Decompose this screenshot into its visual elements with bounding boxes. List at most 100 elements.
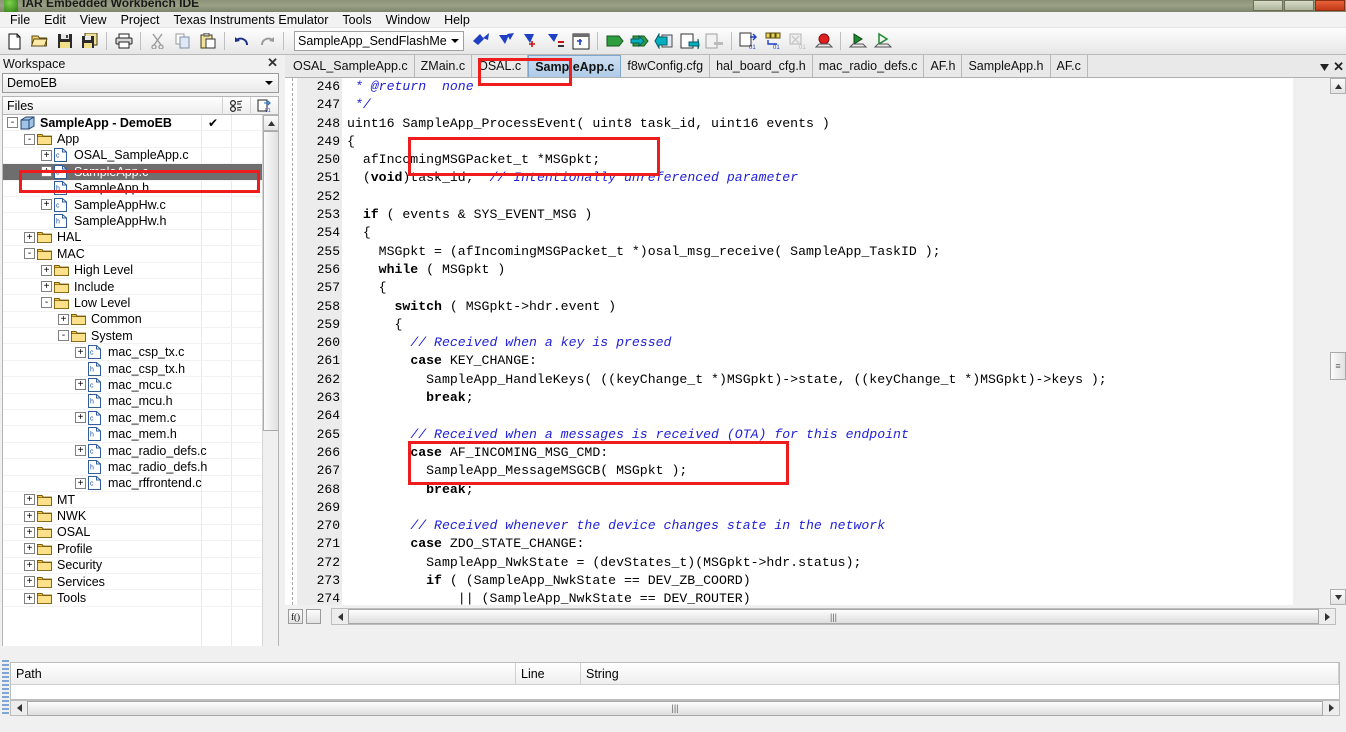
tree-item[interactable]: + HAL (3, 230, 263, 247)
code-line[interactable]: 248 uint16 SampleApp_ProcessEvent( uint8 … (285, 115, 1346, 133)
code-line[interactable]: 270 // Received whenever the device chan… (285, 517, 1346, 535)
tree-expander[interactable]: + (75, 379, 86, 391)
tree-item[interactable]: + c mac_radio_defs.c (3, 443, 263, 460)
code-line[interactable]: 247 */ (285, 96, 1346, 114)
tree-expander[interactable]: + (75, 412, 86, 424)
tree-expander[interactable]: + (24, 494, 35, 506)
code-line[interactable]: 269 (285, 499, 1346, 517)
code-line[interactable]: 254 { (285, 224, 1346, 242)
code-line[interactable]: 249 { (285, 133, 1346, 151)
save-all-icon[interactable] (78, 30, 101, 52)
tree-item[interactable]: - System (3, 328, 263, 345)
tree-item[interactable]: h SampleAppHw.h (3, 213, 263, 230)
scroll-up-icon[interactable] (263, 115, 278, 131)
tree-item[interactable]: + Security (3, 558, 263, 574)
print-icon[interactable] (112, 30, 135, 52)
code-line[interactable]: 265 // Received when a messages is recei… (285, 426, 1346, 444)
tree-expander[interactable]: + (24, 543, 35, 555)
tree-expander[interactable]: - (7, 117, 18, 129)
minimize-button[interactable] (1253, 0, 1283, 11)
code-line[interactable]: 272 SampleApp_NwkState = (devStates_t)(M… (285, 554, 1346, 572)
code-line[interactable]: 273 if ( (SampleApp_NwkState == DEV_ZB_C… (285, 572, 1346, 590)
workspace-config-combo[interactable]: DemoEB (2, 73, 279, 93)
build-all-icon[interactable] (678, 30, 701, 52)
tree-expander[interactable]: - (24, 248, 35, 260)
find-in-files-icon[interactable] (544, 30, 567, 52)
tree-item[interactable]: - MAC (3, 246, 263, 263)
code-text-area[interactable]: 246 * @return none 247 */248 uint16 Sample… (285, 78, 1346, 605)
column-header-line[interactable]: Line (516, 663, 581, 685)
download-and-debug-icon[interactable] (846, 30, 869, 52)
tree-item[interactable]: h mac_radio_defs.h (3, 459, 263, 476)
chevron-down-icon[interactable] (447, 32, 463, 50)
save-icon[interactable] (53, 30, 76, 52)
tree-item[interactable]: - SampleApp - DemoEB ✔ (3, 115, 263, 132)
tree-expander[interactable]: + (24, 592, 35, 604)
column-header-path[interactable]: Path (11, 663, 516, 685)
tree-item[interactable]: + OSAL (3, 525, 263, 542)
project-tree[interactable]: - SampleApp - DemoEB ✔ - App + c OSAL_SampleApp… (2, 115, 279, 682)
tree-vertical-scrollbar[interactable] (262, 115, 278, 681)
menu-file[interactable]: File (3, 12, 37, 28)
tree-item[interactable]: + Include (3, 279, 263, 296)
scroll-left-icon[interactable] (11, 701, 27, 716)
editor-tab[interactable]: SampleApp.c (528, 55, 622, 77)
close-icon[interactable]: ✕ (267, 56, 278, 69)
tree-expander[interactable]: + (24, 559, 35, 571)
quick-search-icon[interactable] (469, 30, 492, 52)
tree-expander[interactable]: + (75, 477, 86, 489)
step-into-icon[interactable]: 01 (762, 30, 785, 52)
editor-tab[interactable]: OSAL_SampleApp.c (287, 55, 415, 77)
editor-horizontal-scrollbar[interactable]: ||| (331, 608, 1336, 625)
scroll-right-icon[interactable] (1323, 701, 1339, 716)
undo-icon[interactable] (230, 30, 253, 52)
scroll-right-icon[interactable] (1319, 609, 1335, 624)
code-line[interactable]: 251 (void)task_id; // Intentionally unre… (285, 169, 1346, 187)
new-document-icon[interactable] (3, 30, 26, 52)
build-column-icon[interactable]: 01 (250, 96, 278, 115)
code-line[interactable]: 266 case AF_INCOMING_MSG_CMD: (285, 444, 1346, 462)
code-line[interactable]: 271 case ZDO_STATE_CHANGE: (285, 535, 1346, 553)
tree-item[interactable]: + Common (3, 312, 263, 329)
menu-window[interactable]: Window (379, 12, 437, 28)
code-line[interactable]: 246 * @return none (285, 78, 1346, 96)
tree-expander[interactable]: + (41, 149, 52, 161)
code-line[interactable]: 260 // Received when a key is pressed (285, 334, 1346, 352)
editor-hscroll-thumb[interactable]: ||| (348, 609, 1319, 624)
make-icon[interactable] (628, 30, 651, 52)
tree-item[interactable]: + c OSAL_SampleApp.c (3, 148, 263, 165)
editor-tab[interactable]: f8wConfig.cfg (621, 55, 711, 77)
menu-help[interactable]: Help (437, 12, 477, 28)
tree-item[interactable]: + c mac_mcu.c (3, 377, 263, 394)
tree-expander[interactable]: + (41, 281, 52, 293)
find-previous-icon[interactable] (519, 30, 542, 52)
close-icon[interactable]: ✕ (1333, 59, 1344, 75)
tree-item[interactable]: + Tools (3, 590, 263, 607)
tree-item[interactable]: h mac_mcu.h (3, 394, 263, 411)
code-line[interactable]: 268 break; (285, 481, 1346, 499)
tree-item[interactable]: h mac_mem.h (3, 426, 263, 443)
tree-expander[interactable]: - (58, 330, 69, 342)
tree-item[interactable]: + c SampleApp.c (3, 164, 263, 181)
scroll-up-icon[interactable] (1330, 78, 1346, 94)
code-line[interactable]: 255 MSGpkt = (afIncomingMSGPacket_t *)os… (285, 243, 1346, 261)
menu-view[interactable]: View (73, 12, 114, 28)
menu-project[interactable]: Project (114, 12, 167, 28)
code-line[interactable]: 262 SampleApp_HandleKeys( ((keyChange_t … (285, 371, 1346, 389)
next-statement-icon[interactable]: 01 (737, 30, 760, 52)
scroll-down-icon[interactable] (1330, 589, 1346, 605)
tree-expander[interactable]: + (24, 526, 35, 538)
maximize-button[interactable] (1284, 0, 1314, 11)
editor-vscroll-thumb[interactable]: ≡ (1330, 352, 1346, 380)
tree-expander[interactable]: + (24, 510, 35, 522)
open-folder-icon[interactable] (28, 30, 51, 52)
find-next-icon[interactable] (494, 30, 517, 52)
menu-tools[interactable]: Tools (335, 12, 378, 28)
tree-expander[interactable]: + (75, 445, 86, 456)
chevron-down-icon[interactable] (260, 81, 278, 85)
tree-expander[interactable]: - (41, 297, 52, 309)
tree-expander[interactable]: + (41, 264, 52, 276)
tree-item[interactable]: + High Level (3, 263, 263, 279)
stop-build-icon[interactable] (653, 30, 676, 52)
code-line[interactable]: 253 if ( events & SYS_EVENT_MSG ) (285, 206, 1346, 224)
